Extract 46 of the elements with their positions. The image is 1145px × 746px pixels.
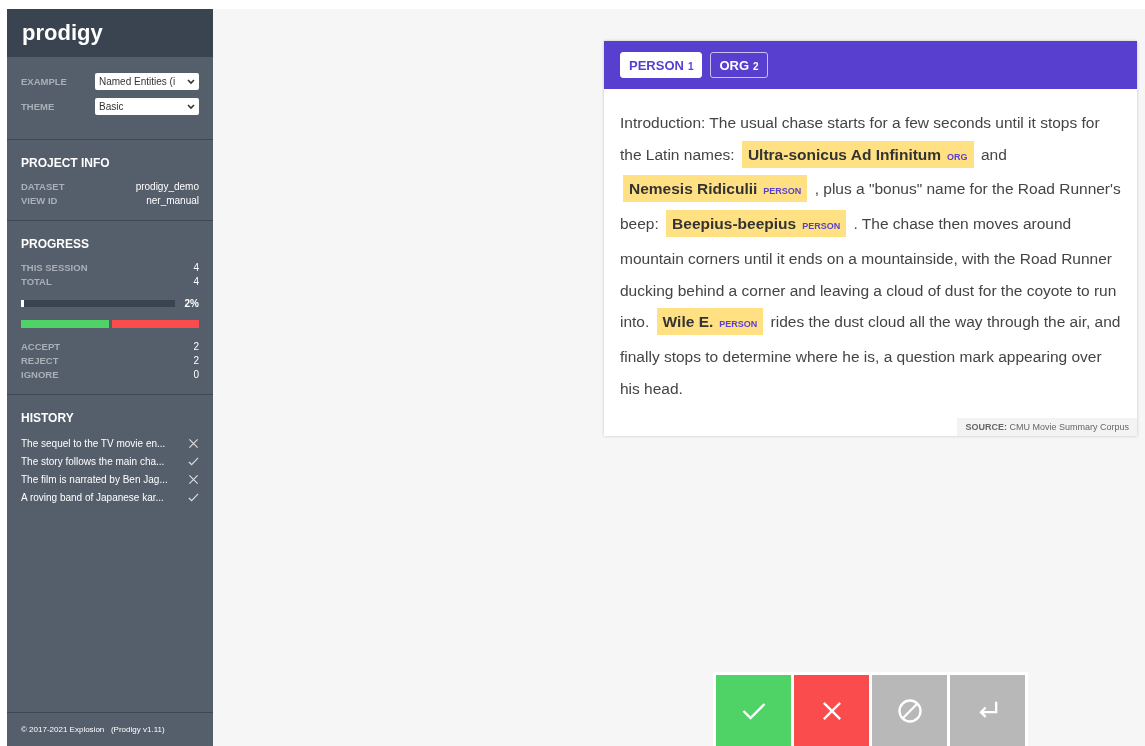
count-label: ACCEPT xyxy=(21,341,61,352)
ban-icon xyxy=(895,696,924,725)
ignore-button[interactable] xyxy=(872,675,947,746)
count-value: 0 xyxy=(193,369,199,380)
undo-button[interactable] xyxy=(950,675,1025,746)
close-icon xyxy=(188,474,199,485)
progress-label: TOTAL xyxy=(21,276,52,287)
chevron-down-icon xyxy=(187,78,195,85)
section-title: PROGRESS xyxy=(21,237,90,251)
accept-button[interactable] xyxy=(716,675,791,746)
info-value: prodigy_demo xyxy=(135,181,199,192)
dropdown[interactable]: Basic xyxy=(95,98,199,115)
count-value: 2 xyxy=(193,355,199,366)
section-title: HISTORY xyxy=(21,411,75,425)
setting-label: THEME xyxy=(21,101,55,112)
progress-value: 4 xyxy=(193,276,199,287)
entity-highlight[interactable]: Nemesis Ridiculii PERSON xyxy=(623,175,808,203)
count-label: REJECT xyxy=(21,355,59,366)
progress-value: 4 xyxy=(193,262,199,273)
setting-label: EXAMPLE xyxy=(21,76,67,87)
info-label: DATASET xyxy=(21,181,65,192)
logo: prodigy xyxy=(7,9,213,57)
check-icon xyxy=(188,456,199,467)
label-button[interactable]: ORG 2 xyxy=(710,52,768,78)
count-value: 2 xyxy=(193,341,199,352)
count-label: IGNORE xyxy=(21,369,59,380)
entity-highlight[interactable]: Beepius-beepius PERSON xyxy=(666,210,847,238)
info-label: VIEW ID xyxy=(21,195,58,206)
entity-highlight[interactable]: Wile E. PERSON xyxy=(656,308,764,336)
progress-percent: 2% xyxy=(184,298,199,309)
history-item[interactable]: The sequel to the TV movie en... xyxy=(21,438,166,449)
history-item[interactable]: The story follows the main cha... xyxy=(21,456,165,467)
reject-button[interactable] xyxy=(794,675,869,746)
dropdown[interactable]: Named Entities (i xyxy=(95,73,199,90)
paragraph-text: Introduction: The usual chase starts for a few seconds until it stops for the Latin names: Ultra-sonicus Ad Infinitum ORG and Nemesis Ridiculii PERSON , plus a "bonus" name for the Road Runner's beep: Beepius-beepius PERSON . The chase then moves around mountain corners until it ends on a mountainside, with the Road Runner ducking behind a corner and leaving a cloud of dust for the coyote to run into. Wile E. PERSON rides the dust cloud all the way through the air, and finally stops to determine where he is, a question mark appearing over his head. xyxy=(620,113,1121,399)
history-item[interactable]: A roving band of Japanese kar... xyxy=(21,492,164,503)
progress-label: THIS SESSION xyxy=(21,262,88,273)
check-icon xyxy=(188,492,199,503)
entity-highlight[interactable]: Ultra-sonicus Ad Infinitum ORG xyxy=(741,140,974,168)
label-button[interactable]: PERSON 1 xyxy=(620,52,703,78)
info-value: ner_manual xyxy=(146,195,199,206)
chevron-down-icon xyxy=(187,103,195,110)
source-note: SOURCE: CMU Movie Summary Corpus xyxy=(957,418,1137,437)
section-title: PROJECT INFO xyxy=(21,156,111,170)
history-item[interactable]: The film is narrated by Ben Jag... xyxy=(21,474,168,485)
close-icon xyxy=(188,438,199,449)
